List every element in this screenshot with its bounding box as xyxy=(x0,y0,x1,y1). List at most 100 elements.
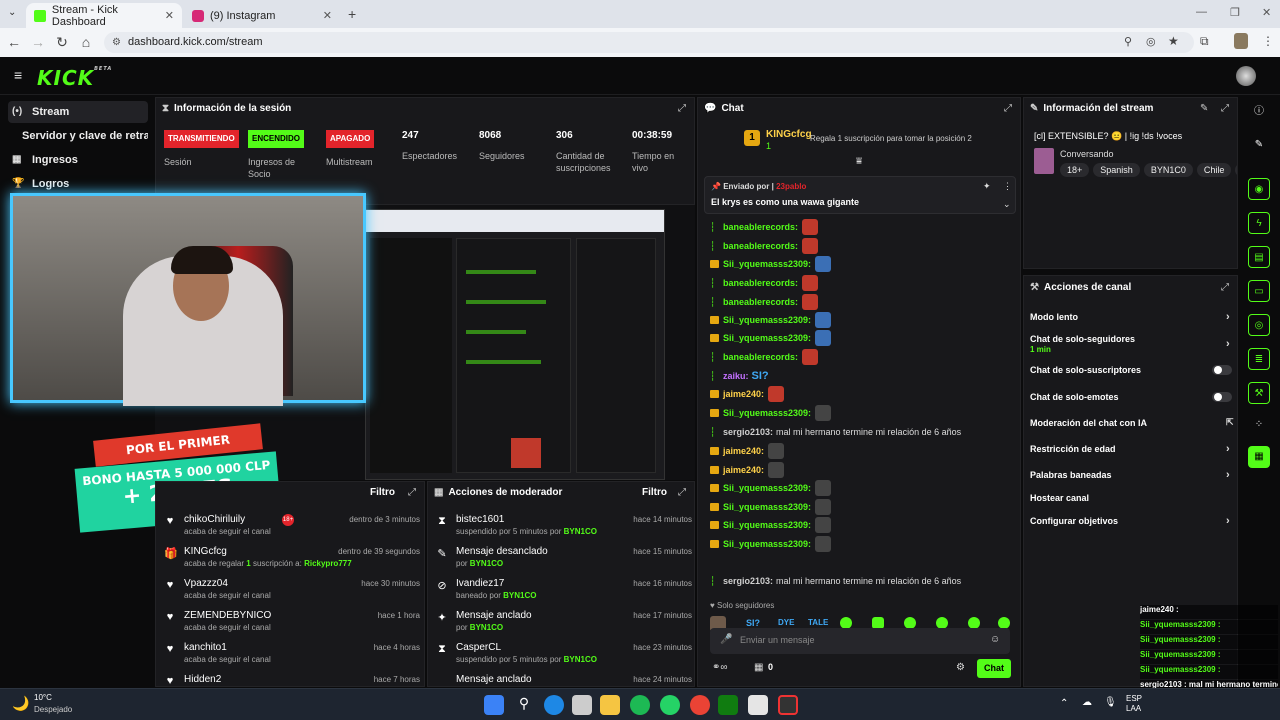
action-emotes-only[interactable]: Chat de solo-emotes xyxy=(1030,392,1232,402)
expand-icon[interactable]: ⤢ xyxy=(408,487,416,498)
chat-send-button[interactable]: Chat xyxy=(977,659,1011,678)
settings-icon[interactable]: ⚙ xyxy=(956,662,965,673)
close-tab-icon[interactable]: ✕ xyxy=(165,9,174,22)
minimize-icon[interactable]: — xyxy=(1196,6,1207,18)
spotify-icon[interactable] xyxy=(630,695,650,715)
category-thumbnail[interactable] xyxy=(1034,148,1054,174)
chat-emote[interactable] xyxy=(768,386,785,402)
emotes-only-toggle[interactable] xyxy=(1212,392,1232,402)
tag[interactable]: Chile xyxy=(1196,163,1232,177)
chrome-icon[interactable] xyxy=(690,695,710,715)
chat-emote[interactable] xyxy=(815,499,832,515)
action-slow-mode[interactable]: Modo lento › xyxy=(1030,311,1230,323)
camera-icon[interactable]: ◉ xyxy=(1248,178,1270,200)
nav-item-server-key[interactable]: Servidor y clave de retransmisión xyxy=(8,125,148,147)
action-configure-goals[interactable]: Configurar objetivos › xyxy=(1030,515,1230,527)
mic-tray-icon[interactable]: 🎙 xyxy=(1104,697,1117,708)
file-explorer-icon[interactable] xyxy=(600,695,620,715)
chat-emote[interactable] xyxy=(802,219,819,235)
apps-icon[interactable]: ⁘ xyxy=(1248,414,1270,436)
lightning-icon[interactable]: ϟ xyxy=(1248,212,1270,234)
desc-user[interactable]: BYN1CO xyxy=(470,623,503,632)
chevron-up-icon[interactable]: ⌃ xyxy=(1060,698,1068,709)
info-icon[interactable]: ⓘ xyxy=(1248,101,1270,123)
pinned-user[interactable]: 23pablo xyxy=(776,182,806,191)
forward-icon[interactable]: → xyxy=(26,34,50,50)
cloud-icon[interactable]: ☁ xyxy=(1082,697,1092,708)
category-name[interactable]: Conversando xyxy=(1060,149,1114,159)
chat-username[interactable]: jaime240: xyxy=(723,465,764,475)
chat-emote[interactable] xyxy=(815,536,832,552)
tag[interactable]: Spanish xyxy=(1093,163,1140,177)
chat-emote[interactable] xyxy=(815,405,832,421)
pencil-icon[interactable]: ✎ xyxy=(1248,134,1270,156)
chat-username[interactable]: sergio2103: xyxy=(723,576,773,586)
app-icon[interactable] xyxy=(748,695,768,715)
tools-icon[interactable]: ⚒ xyxy=(1248,382,1270,404)
expand-icon[interactable]: ⤢ xyxy=(678,103,686,114)
zoom-icon[interactable]: ⚲ xyxy=(1124,35,1132,48)
filter-button[interactable]: Filtro xyxy=(370,487,395,498)
chat-emote[interactable] xyxy=(815,517,832,533)
add-widget-icon[interactable]: ▦ xyxy=(1248,446,1270,468)
obs-icon[interactable] xyxy=(778,695,798,715)
desc-user[interactable]: BYN1CO xyxy=(564,527,597,536)
search-icon[interactable]: ⚲ xyxy=(514,695,534,715)
subscribers-only-toggle[interactable] xyxy=(1212,365,1232,375)
chat-emote[interactable] xyxy=(768,462,785,478)
edge-icon[interactable] xyxy=(544,695,564,715)
chat-emote[interactable] xyxy=(815,256,832,272)
chat-emote[interactable] xyxy=(802,275,819,291)
action-ai-moderation[interactable]: Moderación del chat con IA ⇱ xyxy=(1030,417,1234,428)
user-avatar[interactable] xyxy=(1236,66,1256,86)
chat-username[interactable]: Sii_yquemasss2309: xyxy=(723,315,811,325)
tab-search-icon[interactable]: ⌄ xyxy=(8,7,16,18)
emoji-icon[interactable]: ☺ xyxy=(990,634,1000,645)
chat-username[interactable]: baneablerecords: xyxy=(723,297,798,307)
broadcast-icon[interactable]: ◎ xyxy=(1248,314,1270,336)
home-icon[interactable]: ⌂ xyxy=(74,34,98,50)
emote-icon[interactable]: DYE xyxy=(778,618,794,627)
action-followers-only[interactable]: Chat de solo-seguidores 1 min › xyxy=(1030,334,1230,354)
activity-user[interactable]: chikoChiriluily xyxy=(184,514,245,525)
chat-username[interactable]: Sii_yquemasss2309: xyxy=(723,483,811,493)
eye-off-icon[interactable]: ◎ xyxy=(1146,35,1156,48)
close-tab-icon[interactable]: ✕ xyxy=(323,9,332,22)
tag[interactable]: BYN1C0 xyxy=(1143,163,1193,177)
document-icon[interactable]: ▤ xyxy=(1248,246,1270,268)
points-icon[interactable]: ⚭∞ xyxy=(712,662,728,673)
expand-icon[interactable]: ⤢ xyxy=(1221,282,1229,293)
mic-icon[interactable]: 🎤 xyxy=(720,634,732,645)
action-subscribers-only[interactable]: Chat de solo-suscriptores xyxy=(1030,365,1232,375)
more-icon[interactable]: ⋮ xyxy=(1003,181,1012,192)
weather-temp[interactable]: 10°C xyxy=(34,693,52,702)
expand-icon[interactable]: ⤢ xyxy=(1221,103,1229,114)
activity-user[interactable]: KINGcfcg xyxy=(184,546,227,557)
nav-item-ingresos[interactable]: ▦ Ingresos xyxy=(8,149,148,171)
top-gifter-name[interactable]: KINGcfcg xyxy=(766,129,812,140)
chat-emote[interactable] xyxy=(815,480,832,496)
desc-user[interactable]: Rickypro777 xyxy=(304,559,352,568)
activity-user[interactable]: Hidden2 xyxy=(184,674,221,685)
windows-start-icon[interactable] xyxy=(484,695,504,715)
tab-instagram[interactable]: (9) Instagram ✕ xyxy=(184,3,340,28)
activity-user[interactable]: kanchito1 xyxy=(184,642,227,653)
maximize-icon[interactable]: ❐ xyxy=(1230,6,1240,19)
chevron-down-icon[interactable]: ⌄ xyxy=(1003,199,1011,210)
mod-action-name[interactable]: bistec1601 xyxy=(456,514,504,525)
reload-icon[interactable]: ↻ xyxy=(50,34,74,51)
chat-username[interactable]: Sii_yquemasss2309: xyxy=(723,520,811,530)
filter-button[interactable]: Filtro xyxy=(642,487,667,498)
tab-kick-dashboard[interactable]: Stream - Kick Dashboard ✕ xyxy=(26,3,182,28)
site-info-icon[interactable]: ⚙ xyxy=(112,32,121,53)
new-tab-icon[interactable]: + xyxy=(348,6,356,22)
chat-username[interactable]: zaiku: xyxy=(723,371,749,381)
expand-icon[interactable]: ⤢ xyxy=(1004,103,1012,114)
desc-user[interactable]: BYN1CO xyxy=(470,559,503,568)
gift-prompt[interactable]: Regala 1 suscripción para tomar la posic… xyxy=(810,134,972,143)
chat-emote[interactable] xyxy=(815,330,832,346)
chat-username[interactable]: Sii_yquemasss2309: xyxy=(723,539,811,549)
chat-icon[interactable]: ▭ xyxy=(1248,280,1270,302)
mod-action-name[interactable]: Ivandiez17 xyxy=(456,578,504,589)
emote-icon[interactable]: TALE xyxy=(808,618,828,627)
